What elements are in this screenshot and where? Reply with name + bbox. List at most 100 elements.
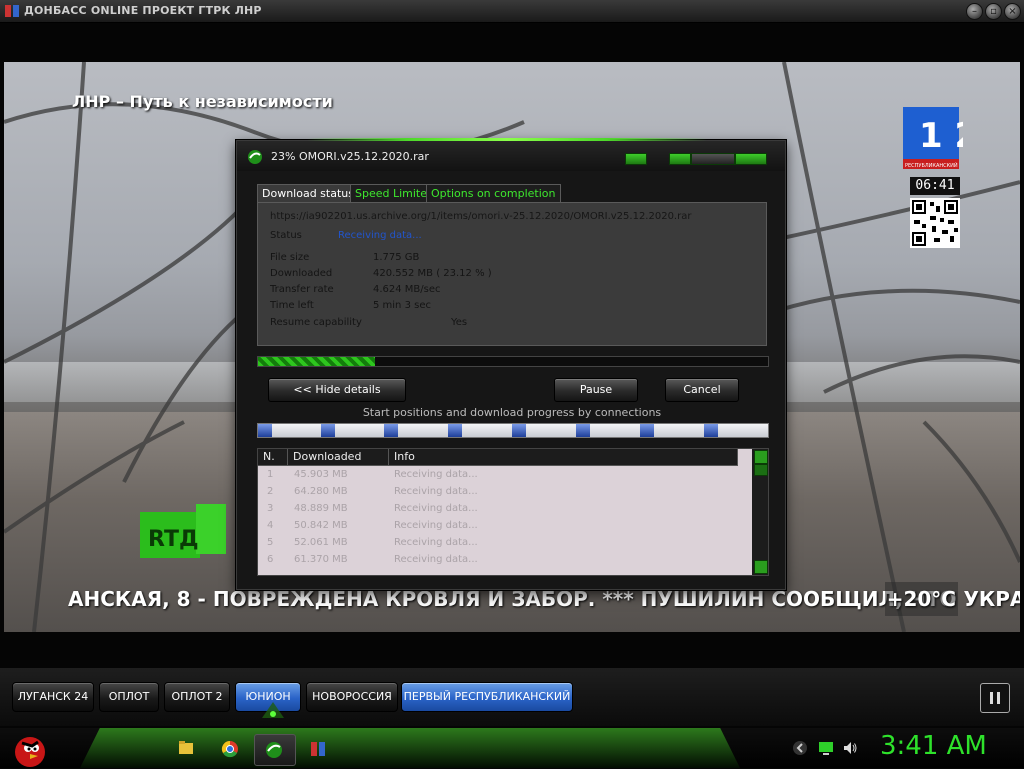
player-icon[interactable] — [298, 734, 338, 764]
download-url: https://ia902201.us.archive.org/1/items/… — [270, 211, 692, 222]
cell-n: 5 — [267, 537, 274, 548]
player-titlebar: ДОНБАСС ONLINE ПРОЕКТ ГТРК ЛНР – ▫ × — [0, 0, 1024, 23]
folder-icon[interactable] — [166, 734, 206, 764]
downloaded-value: 420.552 MB ( 23.12 % ) — [373, 268, 492, 279]
transfer-rate-value: 4.624 MB/sec — [373, 284, 441, 295]
tab-options-on-completion[interactable]: Options on completion — [426, 184, 561, 202]
dialog-title: 23% OMORI.v25.12.2020.rar — [271, 150, 429, 163]
scroll-up-icon[interactable] — [754, 450, 768, 464]
downloaded-label: Downloaded — [270, 268, 333, 279]
channel-logo: 1 2 РЕСПУБЛИКАНСКИЙ — [903, 107, 963, 169]
player-logo-icon — [5, 5, 19, 17]
speaker-icon[interactable] — [842, 740, 858, 756]
selection-arrow-icon — [262, 702, 284, 718]
cell-n: 1 — [267, 469, 274, 480]
cell-info: Receiving data... — [394, 537, 478, 548]
column-header-n[interactable]: N. — [258, 449, 288, 465]
cell-n: 3 — [267, 503, 274, 514]
download-manager-icon[interactable] — [254, 734, 296, 766]
cell-n: 2 — [267, 486, 274, 497]
file-size-label: File size — [270, 252, 310, 263]
status-value: Receiving data... — [338, 230, 422, 241]
channel-button-oplot2[interactable]: ОПЛОТ 2 — [164, 682, 230, 712]
table-header: N. Downloaded Info — [258, 449, 738, 466]
file-size-value: 1.775 GB — [373, 252, 420, 263]
connection-segment — [258, 424, 272, 437]
cell-downloaded: 45.903 MB — [294, 469, 348, 480]
channel-button-pervyi-respublikanskiy[interactable]: ПЕРВЫЙ РЕСПУБЛИКАНСКИЙ — [401, 682, 573, 712]
channel-bar: ЛУГАНСК 24 ОПЛОТ ОПЛОТ 2 ЮНИОН НОВОРОССИ… — [0, 668, 1024, 726]
scroll-thumb[interactable] — [754, 464, 768, 476]
channel-logo-caption: РЕСПУБЛИКАНСКИЙ — [905, 162, 958, 169]
minimize-icon[interactable]: – — [966, 3, 983, 20]
taskbar-clock[interactable]: 3:41 AM — [880, 731, 987, 761]
resume-capability-value: Yes — [451, 317, 468, 328]
chevron-icon[interactable] — [792, 740, 808, 756]
connections-table[interactable]: N. Downloaded Info 1 45.903 MB Receiving… — [257, 448, 769, 576]
minimize-to-tray-icon[interactable] — [625, 153, 647, 165]
download-progress-bar — [257, 356, 769, 367]
cell-downloaded: 52.061 MB — [294, 537, 348, 548]
pause-icon[interactable] — [980, 683, 1010, 713]
cell-downloaded: 50.842 MB — [294, 520, 348, 531]
channel-button-lugansk24[interactable]: ЛУГАНСК 24 — [12, 682, 94, 712]
rtd-logo-text: RTД — [148, 527, 199, 552]
scroll-down-icon[interactable] — [754, 560, 768, 574]
close-icon[interactable]: × — [1004, 3, 1021, 20]
chrome-icon[interactable] — [210, 734, 250, 764]
cell-info: Receiving data... — [394, 469, 478, 480]
corner-clock: 06:41 — [910, 177, 960, 195]
table-row[interactable]: 1 45.903 MB Receiving data... — [258, 467, 738, 484]
start-button-angry-bird-icon[interactable] — [8, 728, 50, 768]
column-header-info[interactable]: Info — [389, 449, 738, 465]
cell-info: Receiving data... — [394, 554, 478, 565]
dialog-titlebar[interactable]: 23% OMORI.v25.12.2020.rar — [237, 141, 785, 171]
time-left-value: 5 min 3 sec — [373, 300, 431, 311]
download-manager-icon — [248, 150, 262, 164]
connection-segment — [704, 424, 718, 437]
cell-n: 4 — [267, 520, 274, 531]
cell-downloaded: 48.889 MB — [294, 503, 348, 514]
resume-capability-label: Resume capability — [270, 317, 362, 328]
cancel-button[interactable]: Cancel — [665, 378, 739, 402]
status-label: Status — [270, 230, 302, 241]
connection-segment — [576, 424, 590, 437]
qr-code-icon — [910, 198, 960, 248]
cell-info: Receiving data... — [394, 520, 478, 531]
tab-speed-limiter[interactable]: Speed Limiter — [350, 184, 437, 202]
minimize-icon[interactable] — [669, 153, 691, 165]
table-row[interactable]: 3 48.889 MB Receiving data... — [258, 501, 738, 518]
connection-segment — [384, 424, 398, 437]
connection-segment — [321, 424, 335, 437]
channel-button-oplot[interactable]: ОПЛОТ — [99, 682, 159, 712]
table-row[interactable]: 6 61.370 MB Receiving data... — [258, 552, 738, 569]
cell-downloaded: 61.370 MB — [294, 554, 348, 565]
table-row[interactable]: 5 52.061 MB Receiving data... — [258, 535, 738, 552]
transfer-rate-label: Transfer rate — [270, 284, 334, 295]
table-row[interactable]: 2 64.280 MB Receiving data... — [258, 484, 738, 501]
rtd-logo: RTД — [140, 504, 226, 558]
monitor-icon[interactable] — [818, 740, 834, 756]
cell-info: Receiving data... — [394, 503, 478, 514]
connection-segment — [512, 424, 526, 437]
cell-n: 6 — [267, 554, 274, 565]
connections-label: Start positions and download progress by… — [362, 406, 662, 419]
hide-details-button[interactable]: << Hide details — [268, 378, 406, 402]
pause-button[interactable]: Pause — [554, 378, 638, 402]
column-header-downloaded[interactable]: Downloaded — [288, 449, 389, 465]
download-dialog[interactable]: 23% OMORI.v25.12.2020.rar Download statu… — [236, 138, 786, 590]
channel-logo-number: 1 2 — [919, 116, 963, 156]
video-headline: ЛНР – Путь к независимости — [72, 92, 333, 111]
maximize-icon[interactable] — [691, 153, 735, 165]
channel-button-novorossiya[interactable]: НОВОРОССИЯ — [306, 682, 398, 712]
table-scrollbar[interactable] — [752, 449, 768, 575]
restore-icon[interactable]: ▫ — [985, 3, 1002, 20]
download-progress-fill — [258, 357, 376, 366]
table-row[interactable]: 4 50.842 MB Receiving data... — [258, 518, 738, 535]
tab-download-status[interactable]: Download status — [257, 184, 359, 203]
download-status-panel: https://ia902201.us.archive.org/1/items/… — [257, 202, 767, 346]
connection-segment — [640, 424, 654, 437]
close-icon[interactable] — [735, 153, 767, 165]
cell-info: Receiving data... — [394, 486, 478, 497]
connection-segment — [448, 424, 462, 437]
